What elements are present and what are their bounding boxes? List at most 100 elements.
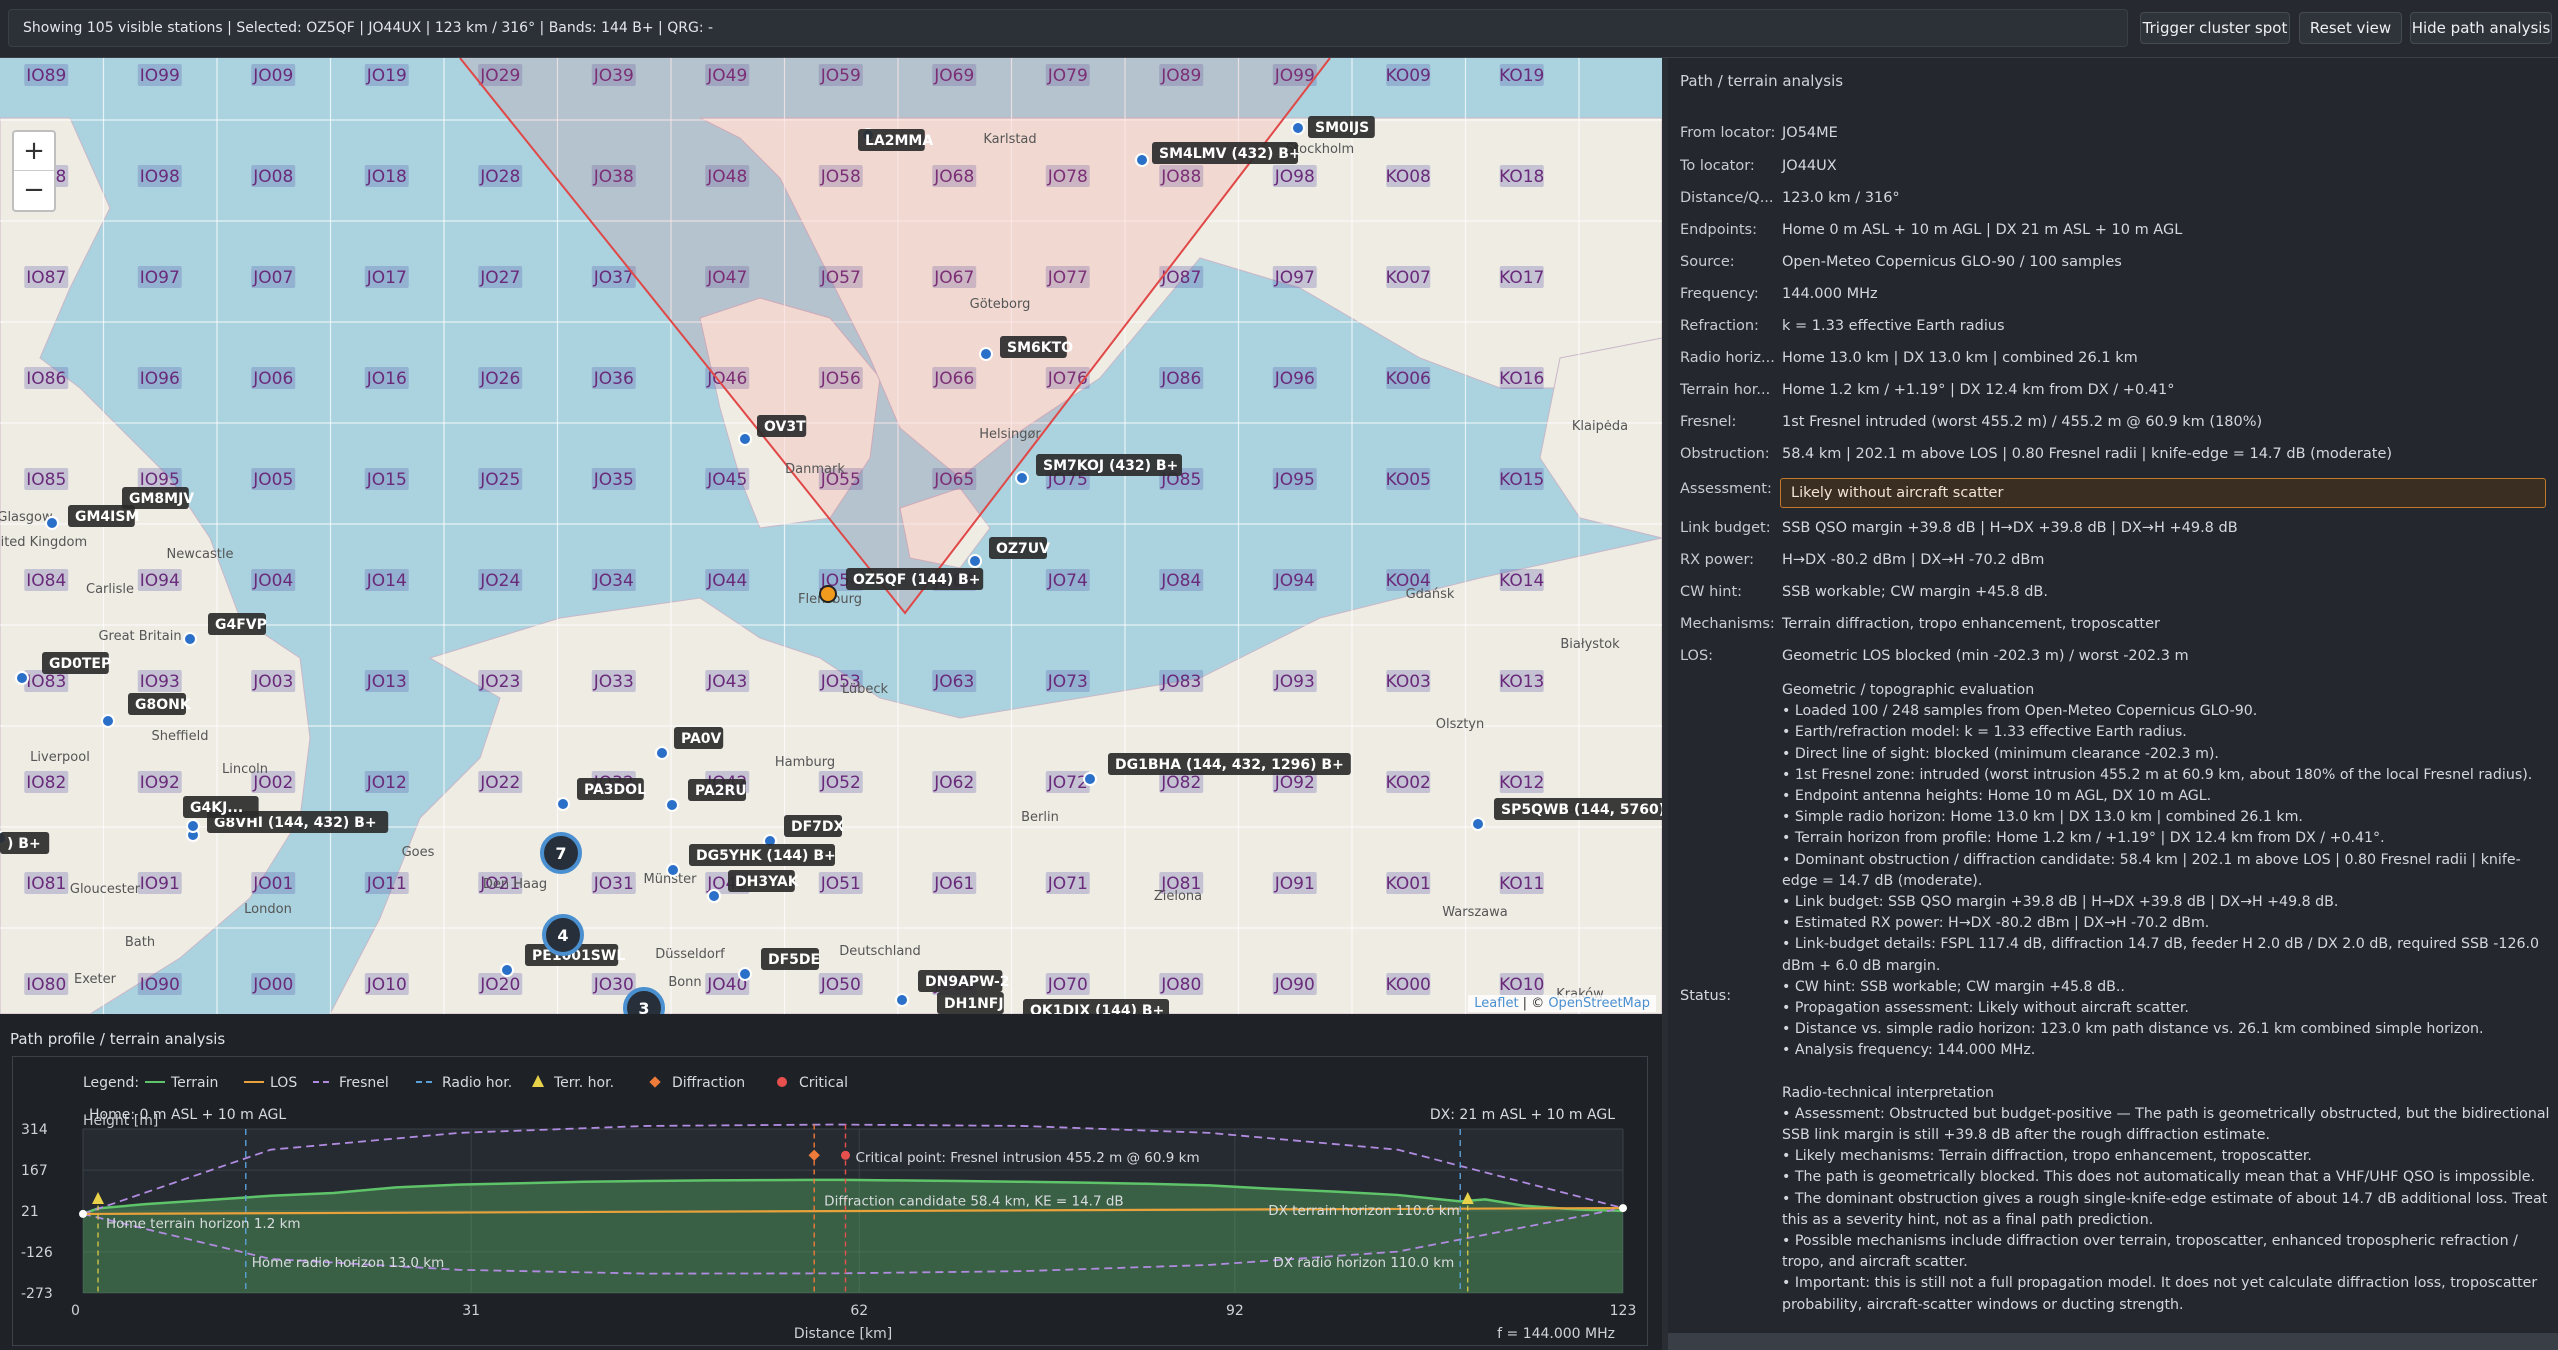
cluster-count[interactable]: 3 bbox=[638, 999, 649, 1014]
place-label: Deutschland bbox=[839, 944, 921, 959]
reset-view-button[interactable]: Reset view bbox=[2299, 12, 2402, 44]
station-dot[interactable] bbox=[895, 993, 909, 1007]
station-label[interactable]: GD0TEP bbox=[49, 656, 111, 672]
locator-label: JO83 bbox=[1160, 672, 1201, 692]
locator-label: JO15 bbox=[366, 470, 407, 490]
locator-label: JO37 bbox=[593, 268, 634, 288]
trigger-cluster-spot-button[interactable]: Trigger cluster spot bbox=[2140, 12, 2290, 44]
place-label: United Kingdom bbox=[0, 535, 87, 550]
locator-label: JO30 bbox=[593, 975, 634, 995]
station-dot[interactable] bbox=[500, 963, 514, 977]
locator-label: JO12 bbox=[366, 773, 407, 793]
legend-entry: Radio hor. bbox=[442, 1075, 512, 1091]
station-label[interactable]: OK1DIX (144) B+ bbox=[1030, 1003, 1164, 1014]
leaflet-link[interactable]: Leaflet bbox=[1474, 996, 1518, 1011]
station-dot[interactable] bbox=[183, 632, 197, 646]
station-label[interactable]: PA3DOL bbox=[584, 782, 646, 798]
locator-label: JO97 bbox=[1274, 268, 1315, 288]
zoom-in-button[interactable]: + bbox=[14, 132, 54, 171]
station-label[interactable]: SM4LMV (432) B+ bbox=[1159, 146, 1301, 162]
info-key: Frequency: bbox=[1680, 286, 1759, 302]
station-label[interactable]: G4FVP bbox=[215, 617, 267, 633]
station-label[interactable]: DG5YHK (144) B+ bbox=[696, 848, 836, 864]
dx-endpoint-label: DX: 21 m ASL + 10 m AGL bbox=[1430, 1107, 1615, 1123]
station-label[interactable]: DG1BHA (144, 432, 1296) B+ bbox=[1115, 757, 1344, 773]
station-dot[interactable] bbox=[556, 797, 570, 811]
place-label: Gdańsk bbox=[1406, 587, 1455, 602]
home-terrain-horizon-annotation: Home terrain horizon 1.2 km bbox=[106, 1216, 301, 1232]
station-label[interactable]: OV3T bbox=[764, 419, 806, 435]
map-canvas[interactable]: IO89IO99JO09JO19JO29JO39JO49JO59JO69JO79… bbox=[0, 58, 1662, 1014]
station-label[interactable]: PA2RU bbox=[695, 783, 747, 799]
panel-scrollbar[interactable] bbox=[1668, 1333, 2558, 1350]
station-dot[interactable] bbox=[979, 347, 993, 361]
station-label[interactable]: GM8MJV bbox=[129, 491, 194, 507]
station-dot[interactable] bbox=[1015, 471, 1029, 485]
station-label[interactable]: PE1001SWL bbox=[532, 948, 625, 964]
station-label[interactable]: DH3YAK bbox=[735, 874, 800, 890]
locator-label: JO82 bbox=[1160, 773, 1201, 793]
station-cluster[interactable]: 3 bbox=[623, 987, 665, 1014]
station-dot[interactable] bbox=[1083, 772, 1097, 786]
station-label[interactable]: SM0IJS bbox=[1315, 120, 1369, 136]
station-cluster[interactable]: 7 bbox=[540, 832, 582, 874]
station-dot[interactable] bbox=[738, 432, 752, 446]
station-dot[interactable] bbox=[1135, 153, 1149, 167]
station-dot[interactable] bbox=[707, 889, 721, 903]
station-dot[interactable] bbox=[666, 863, 680, 877]
station-marker[interactable]: SM4LMV (432) B+ bbox=[1135, 142, 1301, 167]
station-marker[interactable]: LA2MMA bbox=[858, 128, 933, 151]
station-dot[interactable] bbox=[655, 746, 669, 760]
cluster-count[interactable]: 7 bbox=[555, 844, 566, 863]
station-dot[interactable] bbox=[186, 819, 200, 833]
place-label: Goes bbox=[402, 845, 435, 860]
y-tick-label: 167 bbox=[21, 1163, 48, 1179]
station-label[interactable]: G8ONK bbox=[135, 697, 192, 713]
hide-path-analysis-button[interactable]: Hide path analysis bbox=[2410, 12, 2552, 44]
cluster-count[interactable]: 4 bbox=[557, 926, 568, 945]
locator-label: JO01 bbox=[252, 874, 293, 894]
station-dot[interactable] bbox=[968, 554, 982, 568]
station-cluster[interactable]: 4 bbox=[542, 914, 584, 956]
home-endpoint-label: Home: 0 m ASL + 10 m AGL bbox=[89, 1107, 286, 1123]
place-label: London bbox=[244, 902, 292, 917]
station-marker[interactable]: OK1DIX (144) B+ bbox=[1023, 999, 1169, 1014]
station-label[interactable]: PA0V bbox=[681, 731, 722, 747]
dx-terrain-horizon-annotation: DX terrain horizon 110.6 km bbox=[1268, 1203, 1460, 1219]
x-tick-label: 123 bbox=[1610, 1303, 1637, 1319]
locator-label: JO72 bbox=[1047, 773, 1088, 793]
map[interactable]: IO89IO99JO09JO19JO29JO39JO49JO59JO69JO79… bbox=[0, 58, 1662, 1014]
osm-link[interactable]: OpenStreetMap bbox=[1548, 996, 1650, 1011]
station-label[interactable]: DF7DX bbox=[791, 819, 845, 835]
station-dot[interactable] bbox=[101, 714, 115, 728]
station-marker[interactable]: DH1NFJ bbox=[937, 992, 1004, 1014]
station-label[interactable]: OZ5QF (144) B+ bbox=[853, 572, 980, 588]
station-dot[interactable] bbox=[15, 671, 29, 685]
dx-endpoint-dot bbox=[1619, 1204, 1627, 1213]
locator-label: KO16 bbox=[1499, 369, 1544, 389]
station-label[interactable]: GM4ISM bbox=[75, 509, 139, 525]
station-label[interactable]: OZ7UV bbox=[996, 541, 1050, 557]
station-dot[interactable] bbox=[665, 798, 679, 812]
station-dot[interactable] bbox=[1291, 121, 1305, 135]
selected-station-dot[interactable] bbox=[819, 585, 837, 603]
locator-label: JO94 bbox=[1274, 571, 1315, 591]
station-dot[interactable] bbox=[738, 967, 752, 981]
station-label[interactable]: SP5QWB (144, 5760) B+ bbox=[1501, 802, 1662, 818]
station-dot[interactable] bbox=[45, 516, 59, 530]
station-label[interactable]: ) B+ bbox=[7, 836, 41, 852]
station-label[interactable]: LA2MMA bbox=[865, 133, 933, 149]
info-key: CW hint: bbox=[1680, 584, 1743, 600]
station-label[interactable]: DH1NFJ bbox=[944, 996, 1004, 1012]
locator-label: JO05 bbox=[252, 470, 293, 490]
station-marker[interactable]: ) B+ bbox=[0, 831, 50, 854]
station-label[interactable]: DN9APW-2 bbox=[925, 974, 1010, 990]
zoom-out-button[interactable]: − bbox=[14, 171, 54, 210]
station-label[interactable]: DF5DE bbox=[768, 952, 820, 968]
station-label[interactable]: SM7KOJ (432) B+ bbox=[1043, 458, 1178, 474]
station-label[interactable]: G4KJ... bbox=[190, 800, 243, 816]
top-bar: Showing 105 visible stations | Selected:… bbox=[0, 0, 2558, 58]
station-label[interactable]: SM6KTO bbox=[1007, 340, 1073, 356]
status-line: • Link-budget details: FSPL 117.4 dB, di… bbox=[1782, 936, 2540, 974]
station-dot[interactable] bbox=[1471, 817, 1485, 831]
